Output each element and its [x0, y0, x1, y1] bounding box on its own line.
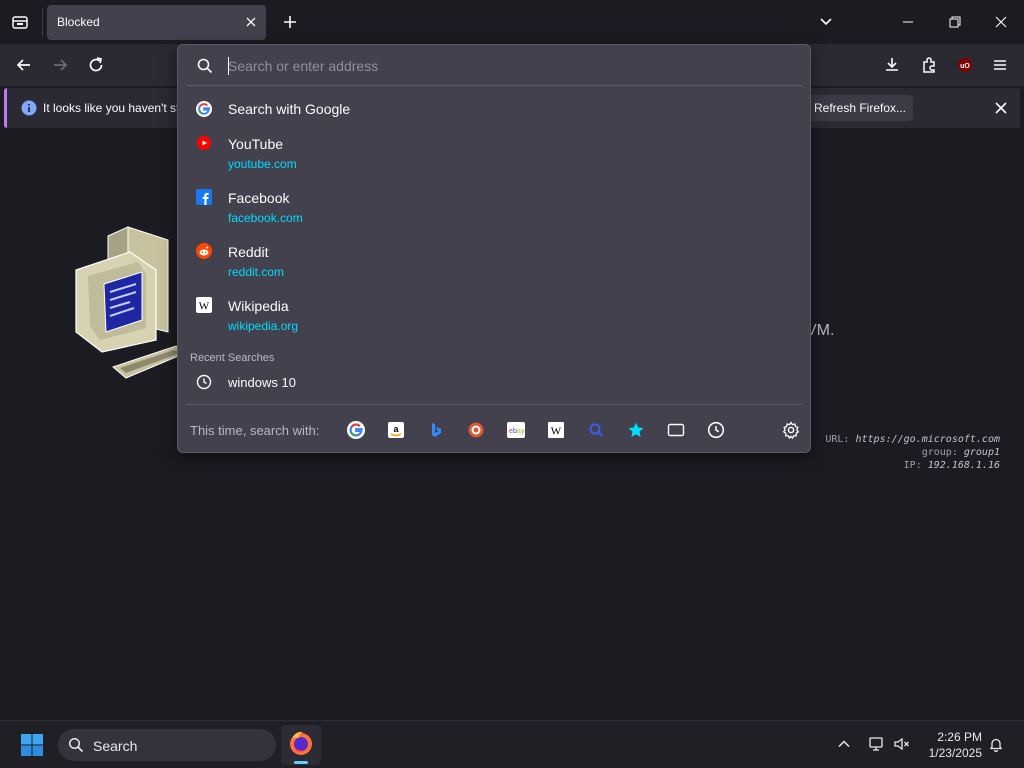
shortcut-facebook[interactable]: Facebook facebook.com [186, 185, 804, 229]
clock-time: 2:26 PM [937, 730, 982, 744]
svg-text:uO: uO [960, 63, 970, 70]
reload-icon[interactable] [86, 55, 106, 75]
taskbar-search-label: Search [93, 738, 138, 754]
search-with-label: This time, search with: [190, 423, 320, 438]
facebook-icon [196, 189, 212, 205]
info-icon [21, 100, 37, 116]
notifications-bell-icon[interactable] [988, 736, 1004, 752]
ip-label: IP: [903, 460, 922, 471]
tabs-icon[interactable] [666, 420, 686, 440]
shortcut-title: Wikipedia [228, 298, 289, 314]
wikipedia-icon: W [196, 297, 212, 313]
refresh-firefox-button[interactable]: Refresh Firefox... [807, 95, 913, 121]
youtube-icon [196, 135, 212, 151]
firefox-taskbar-icon[interactable] [281, 725, 321, 765]
recent-search-text: windows 10 [228, 375, 296, 390]
close-tab-icon[interactable] [244, 15, 258, 29]
volume-muted-icon[interactable] [893, 735, 911, 753]
taskbar-search-box[interactable]: Search [58, 729, 276, 761]
system-clock[interactable]: 2:26 PM 1/23/2025 [918, 729, 982, 761]
downloads-icon[interactable] [882, 55, 902, 75]
url-value: https://go.microsoft.com [855, 434, 1001, 445]
urlbar-divider [186, 85, 802, 86]
windows-start-icon[interactable] [20, 733, 44, 757]
tab-blocked[interactable]: Blocked [47, 5, 266, 40]
urlbar-bottom-divider [186, 404, 802, 405]
minimize-icon[interactable] [899, 13, 917, 31]
urlbar-dropdown: Search with Google YouTube youtube.com F… [177, 44, 811, 453]
block-metadata: URL: https://go.microsoft.com group: gro… [780, 433, 1000, 472]
clock-date: 1/23/2025 [928, 746, 982, 760]
menu-icon[interactable] [990, 55, 1010, 75]
notification-text: It looks like you haven't st [43, 101, 180, 115]
address-input[interactable] [228, 55, 788, 77]
ip-value: 192.168.1.16 [927, 460, 1000, 471]
back-icon[interactable] [14, 55, 34, 75]
shortcut-title: YouTube [228, 136, 284, 152]
shortcut-url: reddit.com [228, 265, 285, 279]
new-tab-icon[interactable] [281, 13, 299, 31]
recent-search-item[interactable]: windows 10 [186, 369, 804, 397]
extensions-icon[interactable] [919, 55, 939, 75]
shortcut-title: Facebook [228, 190, 290, 206]
group-value: group1 [963, 447, 1000, 458]
history-clock-icon [196, 374, 212, 390]
recent-searches-heading: Recent Searches [190, 352, 275, 364]
bookmarks-icon[interactable] [626, 420, 646, 440]
google-icon[interactable] [346, 420, 366, 440]
wikipedia-icon[interactable]: W [546, 420, 566, 440]
running-indicator [294, 761, 308, 764]
firefox-view-icon[interactable] [6, 10, 34, 34]
search-settings-gear-icon[interactable] [781, 420, 801, 440]
close-notification-icon[interactable] [993, 100, 1009, 116]
window-close-icon[interactable] [992, 13, 1010, 31]
restore-icon[interactable] [946, 13, 964, 31]
amazon-icon[interactable]: a [386, 420, 406, 440]
shortcut-url: youtube.com [228, 157, 297, 171]
shortcut-wikipedia[interactable]: W Wikipedia wikipedia.org [186, 293, 804, 337]
search-icon [196, 57, 214, 75]
shortcut-youtube[interactable]: YouTube youtube.com [186, 131, 804, 175]
tab-title: Blocked [57, 15, 100, 29]
search-icon [68, 737, 84, 753]
retro-computer-illustration [68, 222, 188, 392]
network-icon[interactable] [868, 735, 886, 753]
shortcut-title: Reddit [228, 244, 269, 260]
svg-text:y: y [521, 428, 525, 435]
bing-icon[interactable] [426, 420, 446, 440]
windows-taskbar: Search 2:26 PM 1/23/2025 [0, 720, 1024, 768]
svg-text:W: W [199, 301, 210, 313]
search-with-google-label: Search with Google [228, 101, 351, 117]
duckduckgo-icon[interactable] [466, 420, 486, 440]
text-caret [228, 57, 229, 75]
shortcut-reddit[interactable]: Reddit reddit.com [186, 239, 804, 283]
show-hidden-icons-chevron-up-icon[interactable] [836, 736, 852, 752]
shortcut-url: facebook.com [228, 211, 303, 225]
reddit-icon [196, 243, 212, 259]
list-all-tabs-icon[interactable] [817, 13, 835, 31]
tab-strip: Blocked [0, 0, 1024, 44]
search-with-google-row[interactable]: Search with Google [186, 95, 804, 123]
shortcut-url: wikipedia.org [228, 319, 299, 333]
tab-separator [42, 8, 43, 36]
google-icon [196, 101, 212, 117]
svg-text:W: W [551, 426, 562, 438]
ebay-icon[interactable]: ebay [506, 420, 526, 440]
ublock-origin-icon[interactable]: uO [955, 55, 975, 75]
group-label: group: [921, 447, 958, 458]
history-icon[interactable] [706, 420, 726, 440]
search-engine-icon[interactable] [586, 420, 606, 440]
url-label: URL: [825, 434, 850, 445]
forward-icon[interactable] [50, 55, 70, 75]
